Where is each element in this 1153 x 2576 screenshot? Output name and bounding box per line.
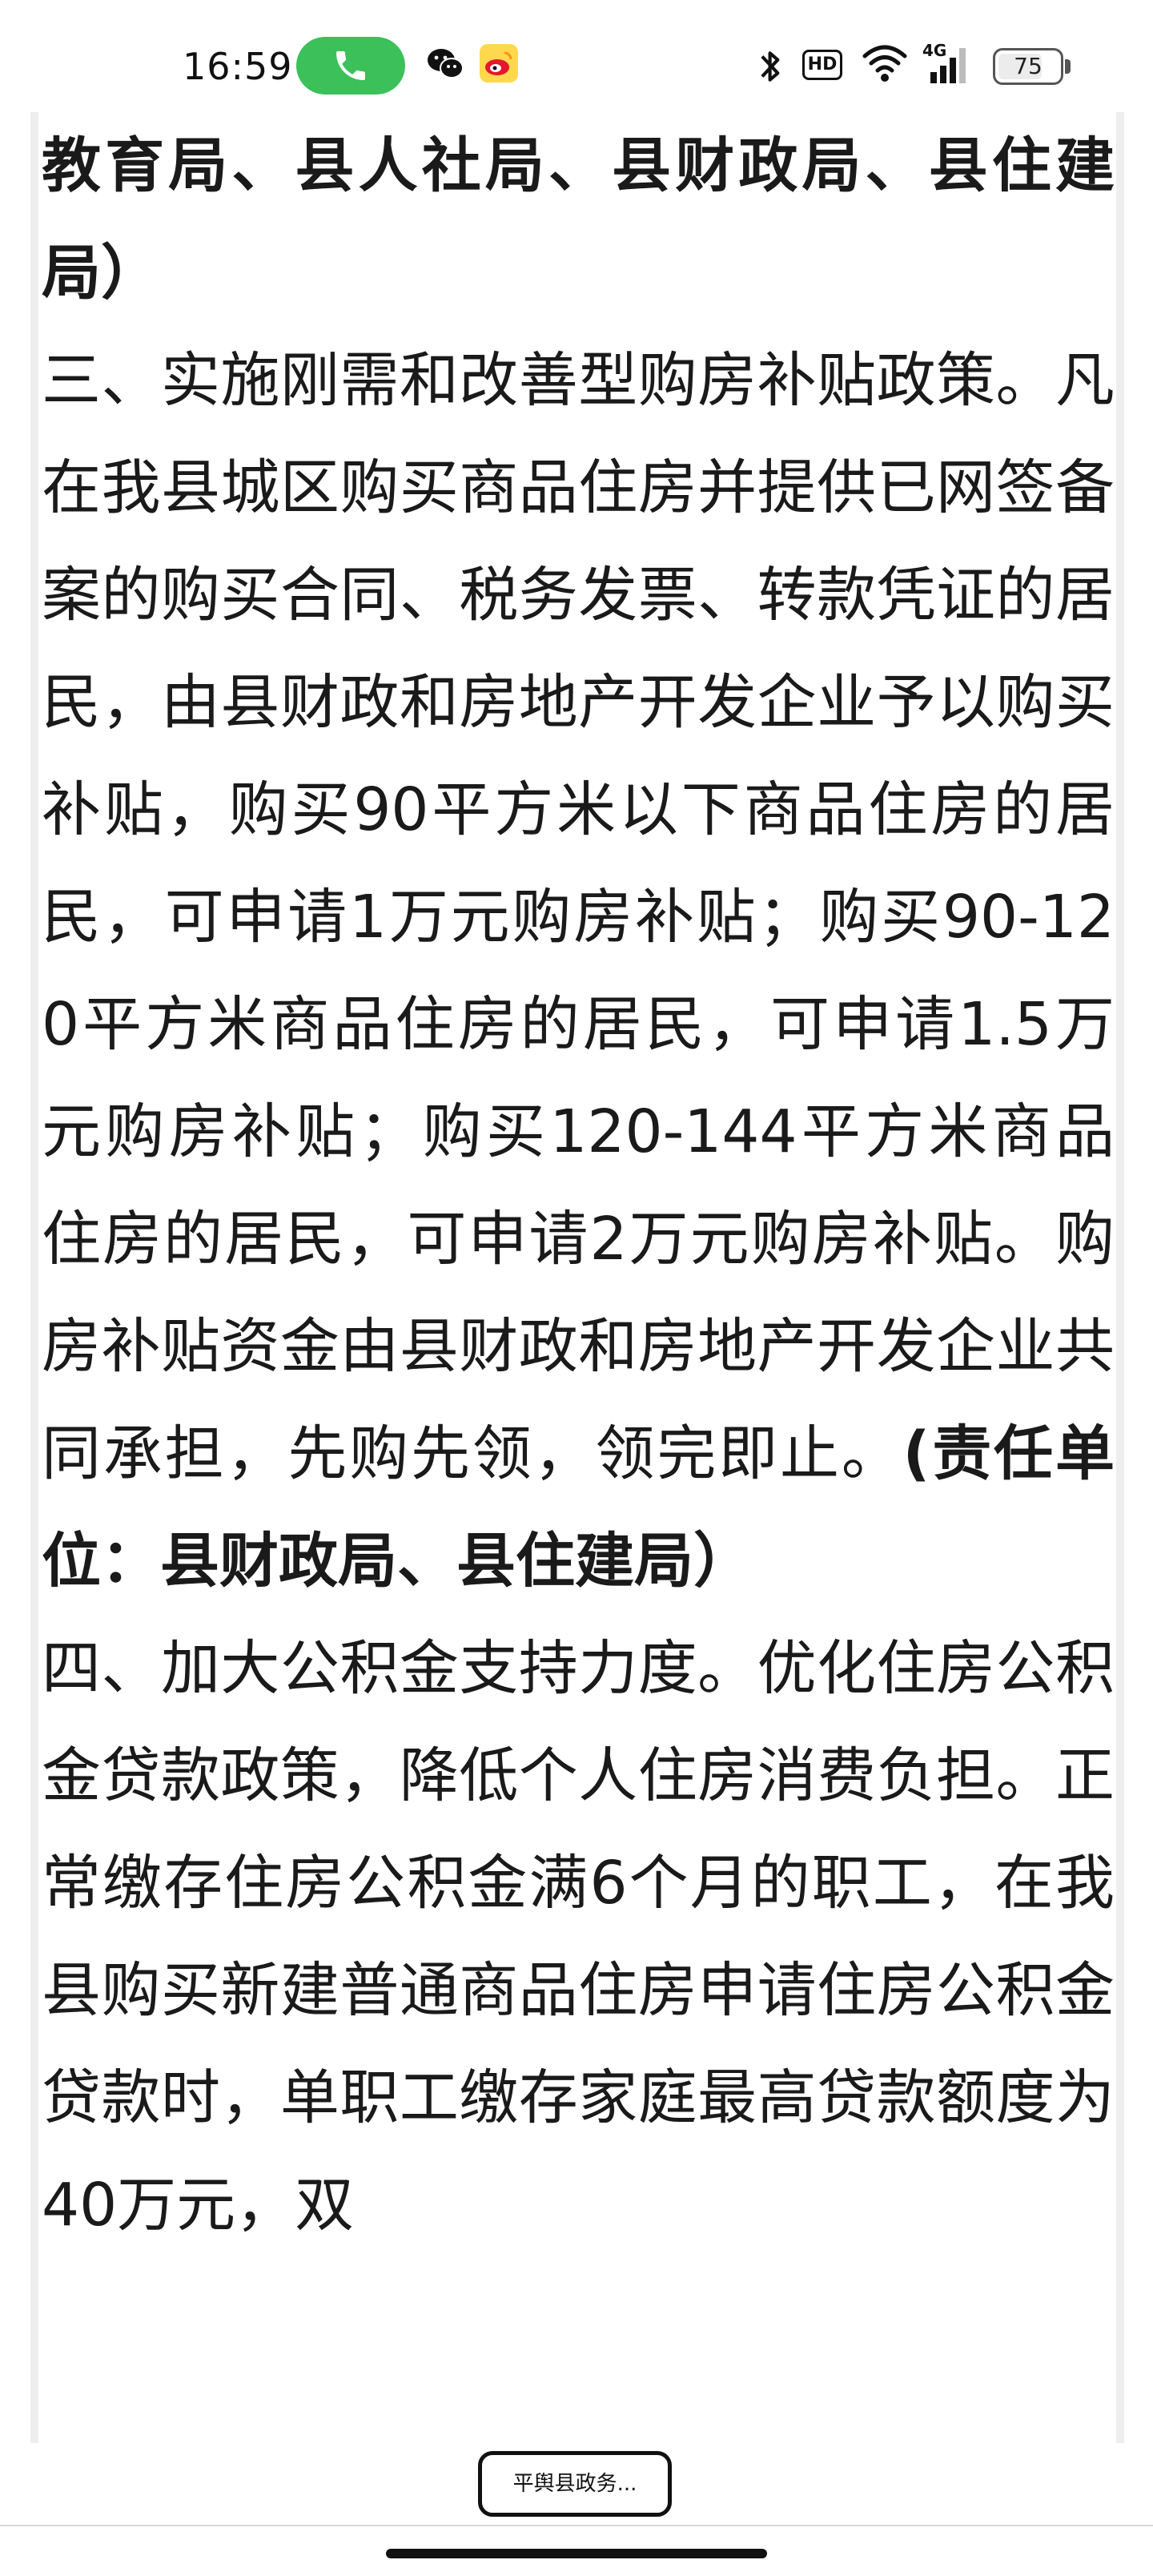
phone-icon — [336, 51, 365, 80]
bluetooth-icon — [761, 51, 780, 82]
status-bar: 16:59 HD 4G 75 — [0, 0, 1153, 112]
source-account-button[interactable]: 平舆县政务... — [478, 2451, 672, 2517]
cellular-signal-icon: 4G — [922, 41, 966, 83]
hd-badge: HD — [802, 50, 842, 80]
wifi-icon — [862, 45, 907, 82]
section-3: 三、实施刚需和改善型购房补贴政策。凡在我县城区购买商品住房并提供已网签备案的购买… — [42, 327, 1115, 1615]
battery-level: 75 — [1014, 53, 1043, 79]
battery-icon: 75 — [993, 48, 1063, 85]
clock: 16:59 — [183, 45, 293, 88]
section-4: 四、加大公积金支持力度。优化住房公积金贷款政策，降低个人住房消费负担。正常缴存住… — [42, 1634, 1115, 2240]
continued-responsibility: 教育局、县人社局、县财政局、县住建局） — [42, 131, 1115, 308]
weibo-icon — [480, 44, 518, 83]
left-margin-rule — [30, 112, 38, 2443]
section-3-body: 三、实施刚需和改善型购房补贴政策。凡在我县城区购买商品住房并提供已网签备案的购买… — [42, 346, 1115, 1488]
network-type: 4G — [922, 41, 946, 60]
home-indicator[interactable] — [386, 2549, 767, 2558]
right-margin-rule — [1116, 112, 1124, 2443]
ongoing-call-pill[interactable] — [296, 37, 405, 95]
article-text: 教育局、县人社局、县财政局、县住建局） 三、实施刚需和改善型购房补贴政策。凡在我… — [42, 112, 1115, 2259]
article-content: 教育局、县人社局、县财政局、县住建局） 三、实施刚需和改善型购房补贴政策。凡在我… — [0, 112, 1153, 2443]
bottom-divider — [0, 2525, 1153, 2526]
wechat-icon — [428, 49, 464, 78]
